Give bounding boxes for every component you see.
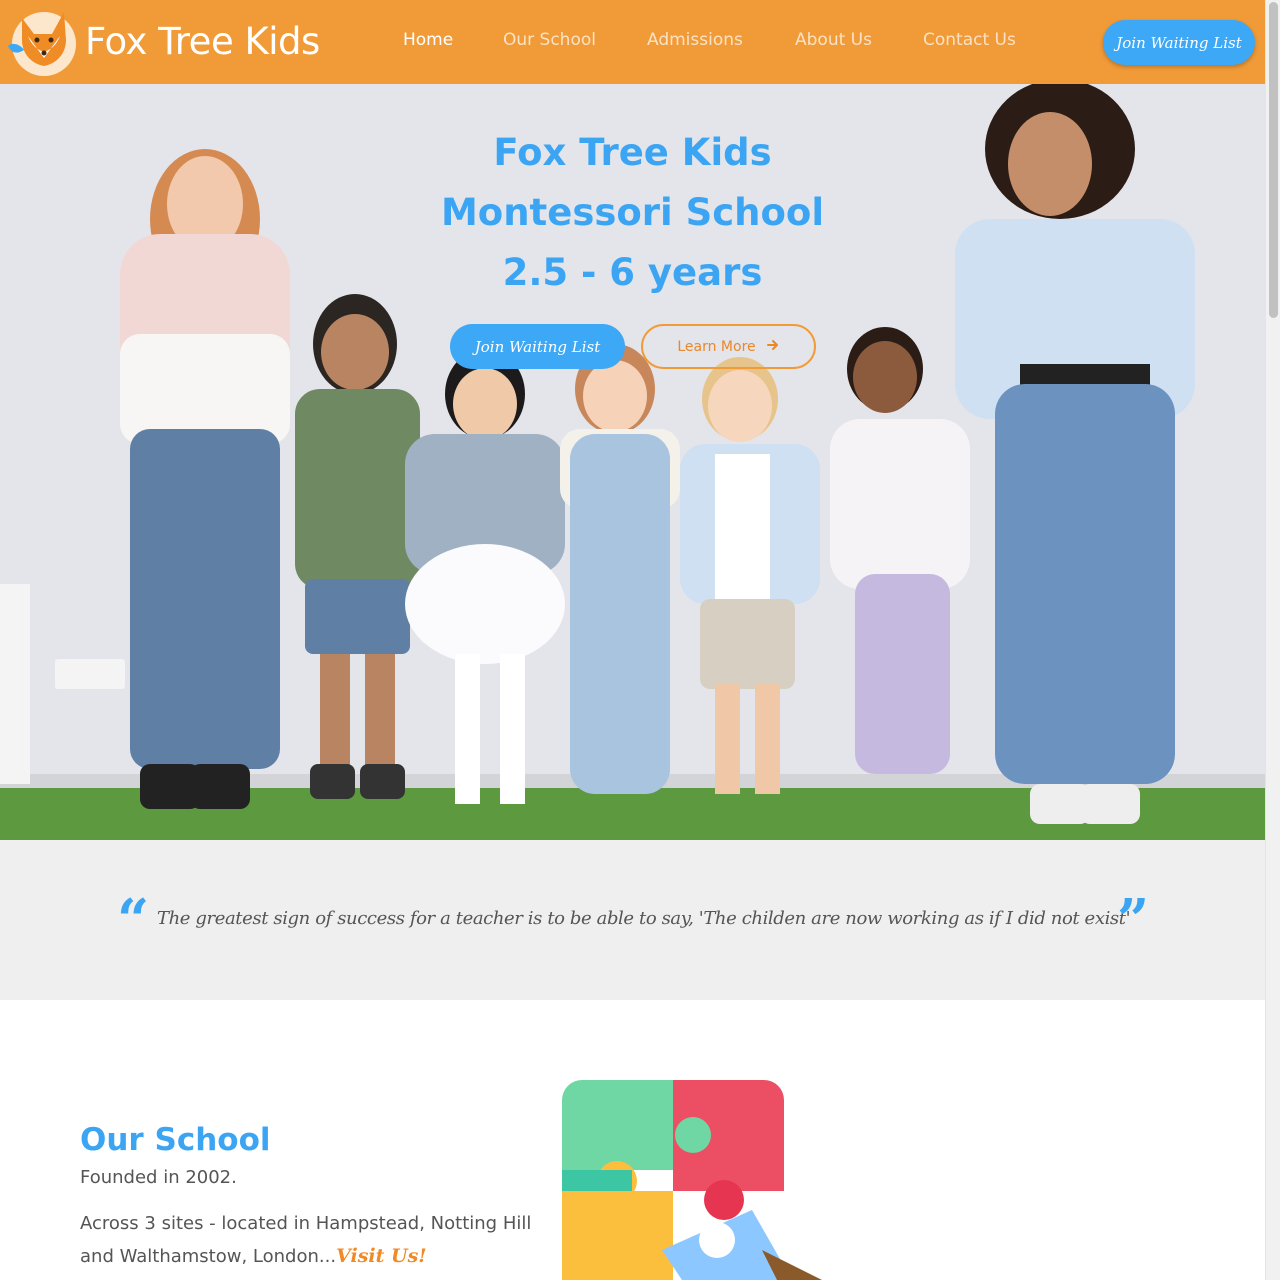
school-founded-text: Founded in 2002. <box>80 1167 237 1188</box>
school-sites-body: Across 3 sites - located in Hampstead, N… <box>80 1213 532 1267</box>
visit-us-link[interactable]: Visit Us! <box>336 1245 427 1267</box>
learn-more-button[interactable]: Learn More <box>641 324 816 369</box>
hero-title-line-3: 2.5 - 6 years <box>502 251 763 294</box>
header-join-waiting-list-button[interactable]: Join Waiting List <box>1103 20 1255 65</box>
hero-title-line-2: Montessori School <box>440 191 825 234</box>
our-school-heading: Our School <box>80 1122 271 1158</box>
puzzle-illustration <box>562 1080 832 1280</box>
quote-open-icon: “ <box>117 887 150 953</box>
main-nav: Home Our School Admissions About Us Cont… <box>0 30 1265 56</box>
quote-section: “ The greatest sign of success for a tea… <box>0 840 1265 1000</box>
school-sites-text: Across 3 sites - located in Hampstead, N… <box>80 1208 550 1273</box>
quote-close-icon: ” <box>1117 887 1150 953</box>
learn-more-label: Learn More <box>677 338 756 355</box>
nav-item-admissions[interactable]: Admissions <box>647 30 743 50</box>
nav-item-home[interactable]: Home <box>403 30 453 50</box>
site-header: Fox Tree Kids Home Our School Admissions… <box>0 0 1265 84</box>
hero-join-waiting-list-button[interactable]: Join Waiting List <box>450 324 625 369</box>
nav-item-about-us[interactable]: About Us <box>795 30 872 50</box>
scrollbar-thumb[interactable] <box>1269 2 1278 318</box>
quote-text: The greatest sign of success for a teach… <box>157 908 1131 929</box>
page-scrollbar[interactable] <box>1265 0 1280 1280</box>
nav-item-contact-us[interactable]: Contact Us <box>923 30 1016 50</box>
hero-title-line-1: Fox Tree Kids <box>493 131 772 174</box>
arrow-right-icon <box>766 338 780 356</box>
nav-item-our-school[interactable]: Our School <box>503 30 596 50</box>
hero-section: Fox Tree Kids Montessori School 2.5 - 6 … <box>0 84 1265 840</box>
